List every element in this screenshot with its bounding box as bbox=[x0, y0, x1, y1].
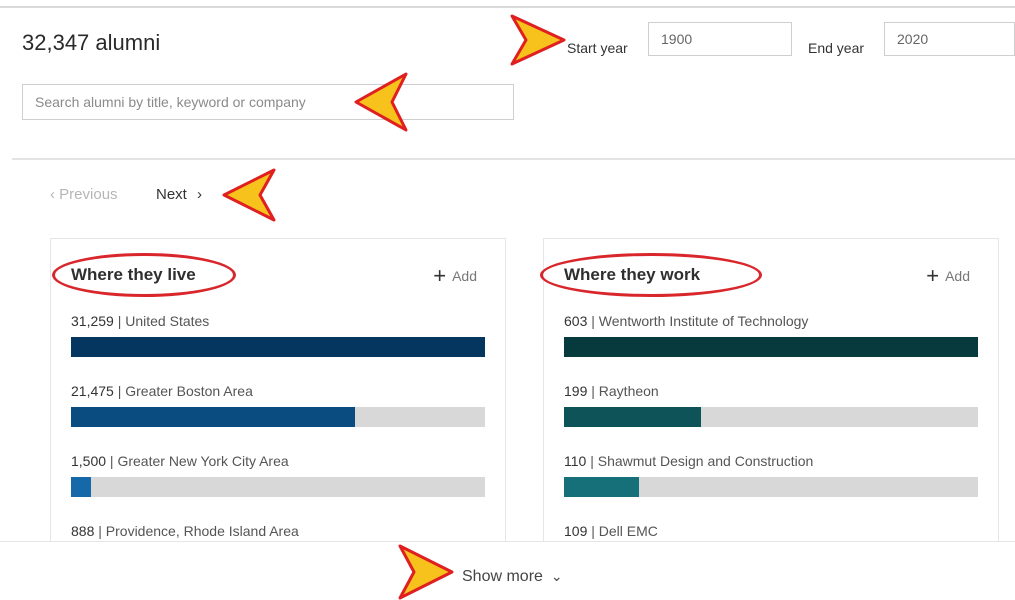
stat-text: 109 | Dell EMC bbox=[564, 523, 658, 539]
plus-icon: + bbox=[926, 263, 940, 288]
previous-label: Previous bbox=[59, 186, 118, 203]
stat-count: 888 bbox=[71, 523, 95, 539]
stat-count: 31,259 bbox=[71, 313, 114, 329]
stat-row[interactable]: 603 | Wentworth Institute of Technology bbox=[564, 313, 978, 357]
stat-text: 110 | Shawmut Design and Construction bbox=[564, 453, 814, 469]
previous-button[interactable]: ‹ Previous bbox=[50, 186, 118, 203]
annotation-arrow-icon bbox=[222, 168, 276, 222]
stat-bar-fill bbox=[564, 337, 978, 357]
stat-bar bbox=[564, 407, 978, 427]
add-button[interactable]: + Add bbox=[926, 263, 970, 289]
stat-text: 199 | Raytheon bbox=[564, 383, 659, 399]
stat-text: 1,500 | Greater New York City Area bbox=[71, 453, 289, 469]
stat-count: 110 bbox=[564, 453, 587, 469]
stat-label: Shawmut Design and Construction bbox=[597, 453, 814, 469]
chevron-right-icon: › bbox=[197, 186, 203, 203]
stat-row[interactable]: 199 | Raytheon bbox=[564, 383, 978, 427]
stat-bar bbox=[71, 477, 485, 497]
stat-count: 603 bbox=[564, 313, 588, 329]
show-more-label: Show more bbox=[462, 568, 543, 585]
stat-bar bbox=[564, 337, 978, 357]
stat-label: Raytheon bbox=[598, 383, 659, 399]
start-year-label: Start year bbox=[567, 40, 628, 56]
stat-text: 31,259 | United States bbox=[71, 313, 210, 329]
search-input[interactable] bbox=[22, 84, 514, 120]
stat-row[interactable]: 110 | Shawmut Design and Construction bbox=[564, 453, 978, 497]
stat-label: Greater New York City Area bbox=[117, 453, 289, 469]
stat-label: United States bbox=[125, 313, 210, 329]
card-where-they-work: Where they work + Add 603 | Wentworth Ins… bbox=[543, 238, 999, 548]
plus-icon: + bbox=[433, 263, 447, 288]
top-border bbox=[0, 6, 1015, 8]
stat-count: 199 bbox=[564, 383, 588, 399]
card-title: Where they work bbox=[564, 265, 701, 284]
stat-label: Greater Boston Area bbox=[125, 383, 253, 399]
divider bbox=[12, 158, 1015, 160]
stat-bar-fill bbox=[564, 407, 701, 427]
stat-row[interactable]: 1,500 | Greater New York City Area bbox=[71, 453, 485, 497]
stat-text: 603 | Wentworth Institute of Technology bbox=[564, 313, 809, 329]
card-title: Where they live bbox=[71, 265, 196, 284]
stat-bar-fill bbox=[71, 477, 91, 497]
stat-bar-fill bbox=[71, 407, 356, 427]
stat-bar-fill bbox=[564, 477, 640, 497]
stat-label: Dell EMC bbox=[598, 523, 658, 539]
card-where-they-live: Where they live + Add 31,259 | United Sta… bbox=[50, 238, 506, 548]
stat-text: 888 | Providence, Rhode Island Area bbox=[71, 523, 299, 539]
end-year-input[interactable] bbox=[884, 22, 1015, 56]
stat-bar bbox=[71, 337, 485, 357]
add-label: Add bbox=[945, 268, 970, 284]
start-year-input[interactable] bbox=[648, 22, 792, 56]
add-button[interactable]: + Add bbox=[433, 263, 477, 289]
chevron-down-icon: ⌄ bbox=[550, 568, 563, 584]
stat-bar bbox=[564, 477, 978, 497]
stat-row[interactable]: 21,475 | Greater Boston Area bbox=[71, 383, 485, 427]
stat-count: 1,500 bbox=[71, 453, 107, 469]
stat-count: 109 bbox=[564, 523, 588, 539]
alumni-count: 32,347 alumni bbox=[22, 30, 161, 55]
add-label: Add bbox=[452, 268, 477, 284]
stat-label: Providence, Rhode Island Area bbox=[105, 523, 299, 539]
stat-bar bbox=[71, 407, 485, 427]
end-year-label: End year bbox=[808, 40, 865, 56]
stat-label: Wentworth Institute of Technology bbox=[598, 313, 809, 329]
next-button[interactable]: Next › bbox=[156, 186, 202, 203]
stat-bar-fill bbox=[71, 337, 485, 357]
next-label: Next bbox=[156, 186, 187, 203]
chevron-left-icon: ‹ bbox=[50, 186, 55, 203]
stat-row[interactable]: 31,259 | United States bbox=[71, 313, 485, 357]
stat-text: 21,475 | Greater Boston Area bbox=[71, 383, 253, 399]
annotation-arrow-icon bbox=[510, 14, 566, 66]
show-more-button[interactable]: Show more ⌄ bbox=[462, 568, 563, 586]
stat-count: 21,475 bbox=[71, 383, 114, 399]
